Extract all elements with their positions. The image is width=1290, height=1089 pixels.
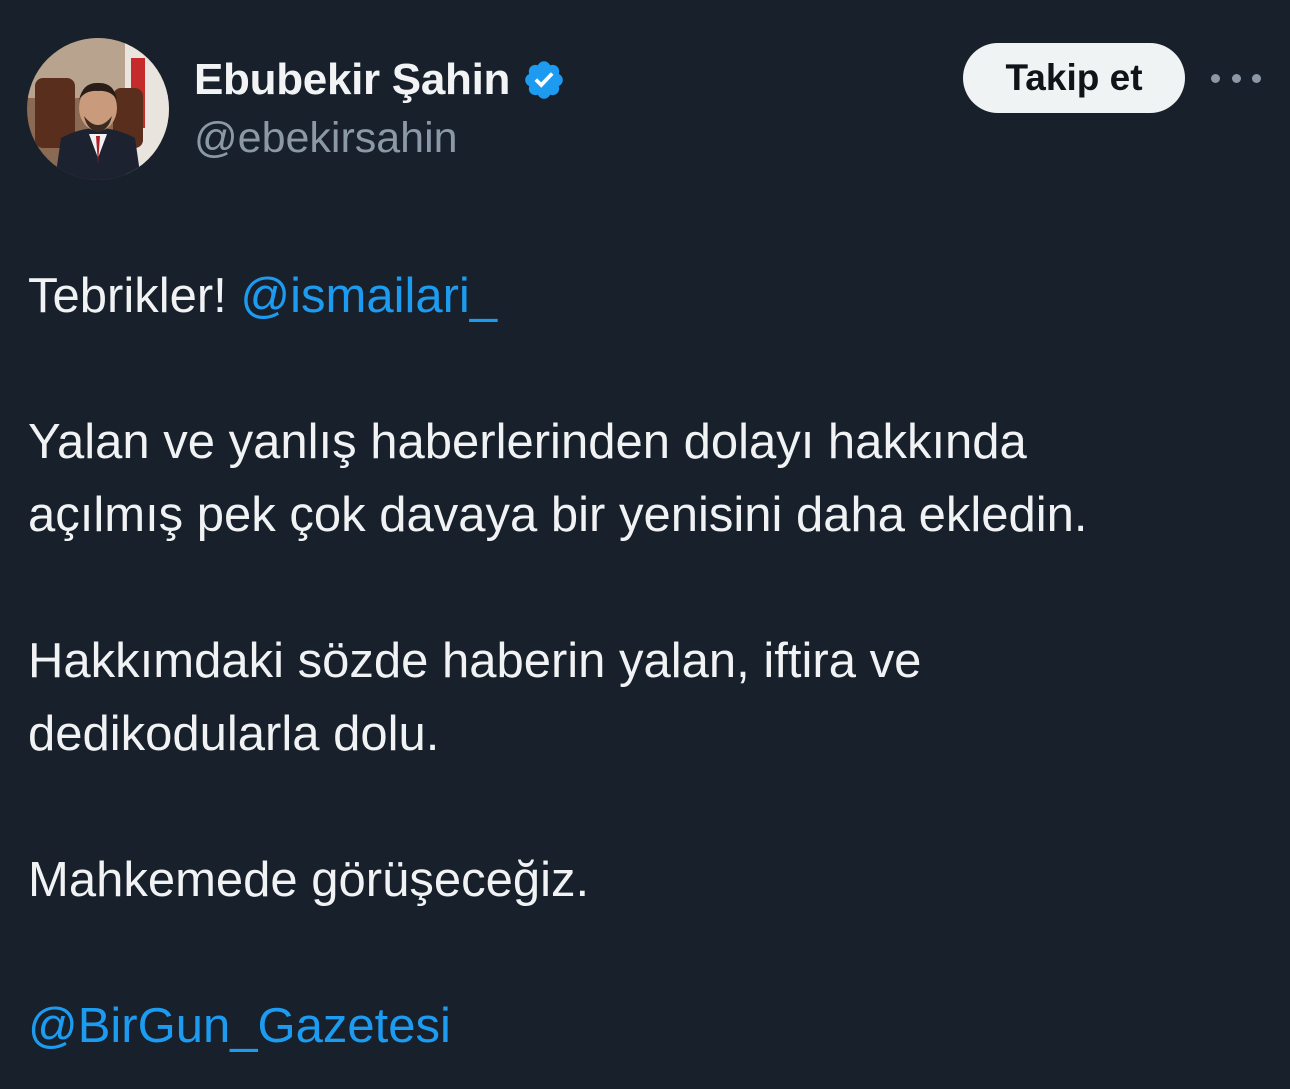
more-dot <box>1231 73 1241 83</box>
tweet-paragraph: Mahkemede görüşeceğiz. <box>28 853 590 907</box>
author-handle[interactable]: @ebekirsahin <box>194 114 458 163</box>
follow-button[interactable]: Takip et <box>963 43 1185 113</box>
tweet-line-greeting: Tebrikler! @ismailari_ <box>28 260 1268 333</box>
tweet-line: açılmış pek çok davaya bir yenisini daha… <box>28 488 1088 542</box>
tweet-text: Tebrikler! @ismailari_ Yalan ve yanlış h… <box>28 260 1268 1063</box>
tweet-line-final: @BirGun_Gazetesi <box>28 990 1268 1063</box>
greeting-text: Tebrikler! <box>28 269 241 323</box>
tweet-paragraph: Hakkımdaki sözde haberin yalan, iftira v… <box>28 625 1268 771</box>
avatar[interactable] <box>27 38 169 180</box>
tweet-line: Hakkımdaki sözde haberin yalan, iftira v… <box>28 634 922 688</box>
tweet-line: Yalan ve yanlış haberlerinden dolayı hak… <box>28 415 1027 469</box>
mention-link-birgun[interactable]: @BirGun_Gazetesi <box>28 999 451 1053</box>
tweet-line: dedikodularla dolu. <box>28 707 440 761</box>
more-dot <box>1211 73 1220 83</box>
author-display-name[interactable]: Ebubekir Şahin <box>194 55 510 105</box>
mention-link-ismailari[interactable]: @ismailari_ <box>240 269 497 323</box>
more-dot <box>1252 73 1261 83</box>
verified-badge-icon[interactable] <box>522 58 566 102</box>
tweet-card: Ebubekir Şahin @ebekirsahin Takip et Teb… <box>0 0 1290 1089</box>
more-options-icon[interactable] <box>1211 62 1261 94</box>
avatar-image <box>27 38 169 180</box>
author-name-row: Ebubekir Şahin <box>194 52 566 108</box>
tweet-paragraph: Yalan ve yanlış haberlerinden dolayı hak… <box>28 406 1268 552</box>
